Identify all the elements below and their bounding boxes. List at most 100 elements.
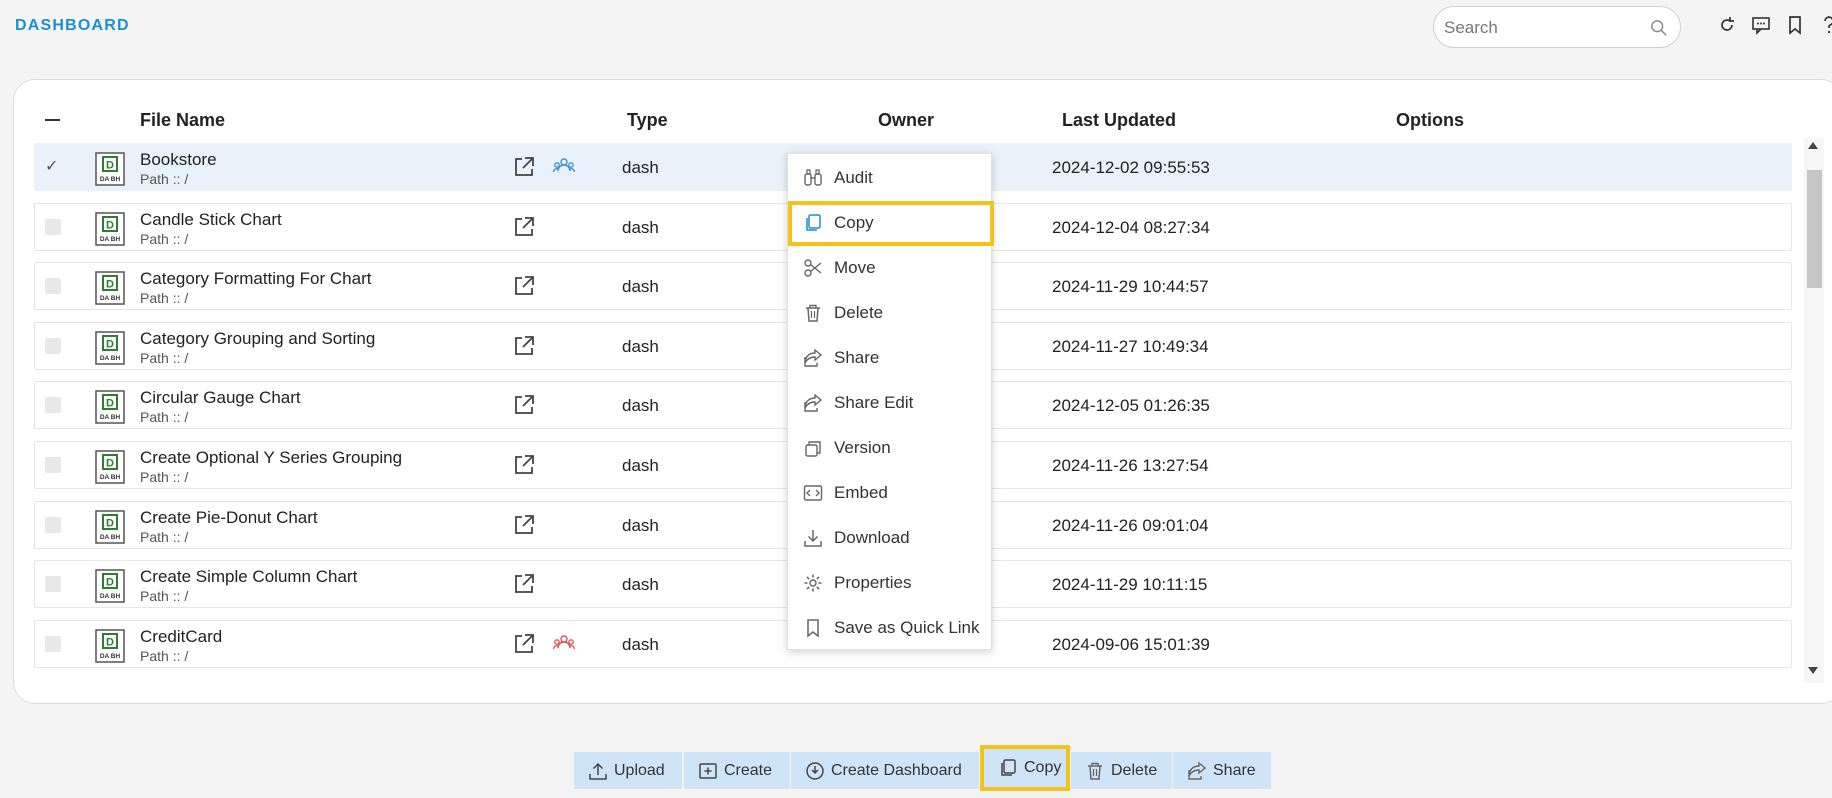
open-external-icon[interactable] — [513, 633, 535, 655]
open-external-icon[interactable] — [513, 216, 535, 238]
delete-button[interactable]: Delete — [1071, 752, 1172, 789]
search-icon[interactable] — [1650, 19, 1668, 37]
menu-item-share-edit[interactable]: Share Edit — [788, 381, 993, 426]
svg-text:D: D — [106, 636, 114, 648]
scissors-icon — [803, 258, 823, 278]
dashboard-file-icon: D DA BH — [95, 509, 125, 544]
help-icon[interactable] — [1818, 14, 1832, 36]
row-checkbox[interactable] — [45, 218, 61, 235]
file-type: dash — [622, 217, 659, 237]
menu-item-label: Move — [834, 258, 876, 277]
version-icon — [803, 438, 823, 458]
file-name[interactable]: Create Simple Column Chart — [140, 567, 357, 587]
menu-item-properties[interactable]: Properties — [788, 561, 993, 606]
menu-item-label: Save as Quick Link — [834, 618, 980, 637]
file-last-updated: 2024-11-26 13:27:54 — [1052, 456, 1209, 475]
create-dashboard-button[interactable]: Create Dashboard — [791, 752, 979, 789]
button-label: Delete — [1111, 761, 1158, 779]
menu-item-save-as-quick-link[interactable]: Save as Quick Link — [788, 606, 993, 651]
svg-text:D: D — [106, 338, 114, 350]
file-name[interactable]: Category Formatting For Chart — [140, 269, 371, 289]
file-type: dash — [622, 634, 659, 654]
column-header-last-updated[interactable]: Last Updated — [1062, 110, 1176, 131]
search-box[interactable] — [1433, 6, 1681, 48]
shared-users-icon[interactable] — [552, 157, 576, 177]
scrollbar-thumb[interactable] — [1807, 170, 1822, 288]
share-icon — [1187, 761, 1207, 781]
open-external-icon[interactable] — [513, 573, 535, 595]
refresh-icon[interactable] — [1716, 14, 1738, 36]
menu-item-share[interactable]: Share — [788, 336, 993, 381]
row-checkbox[interactable] — [45, 516, 61, 533]
file-name[interactable]: Category Grouping and Sorting — [140, 329, 375, 349]
menu-item-delete[interactable]: Delete — [788, 291, 993, 336]
file-name[interactable]: Create Pie-Donut Chart — [140, 508, 318, 528]
share-button[interactable]: Share — [1173, 752, 1271, 789]
file-path: Path :: / — [140, 528, 189, 545]
share-icon — [803, 348, 823, 368]
open-external-icon[interactable] — [513, 156, 535, 178]
file-last-updated: 2024-12-02 09:55:53 — [1052, 158, 1210, 177]
column-header-file-name[interactable]: File Name — [140, 110, 225, 131]
select-all-checkbox[interactable] — [45, 119, 60, 121]
column-header-owner[interactable]: Owner — [878, 110, 934, 131]
svg-text:D: D — [106, 398, 114, 410]
file-path: Path :: / — [140, 647, 189, 664]
scroll-up-arrow[interactable] — [1808, 142, 1818, 149]
file-name[interactable]: Circular Gauge Chart — [140, 388, 301, 408]
row-checkbox-checked[interactable]: ✓ — [45, 156, 58, 176]
open-external-icon[interactable] — [513, 454, 535, 476]
svg-text:DA BH: DA BH — [100, 295, 121, 302]
open-external-icon[interactable] — [513, 514, 535, 536]
embed-icon — [803, 483, 823, 503]
file-path: Path :: / — [140, 349, 189, 366]
file-path: Path :: / — [140, 409, 189, 426]
copy-button[interactable]: Copy — [980, 745, 1070, 791]
file-path: Path :: / — [140, 588, 189, 605]
search-input[interactable] — [1444, 15, 1644, 41]
file-name[interactable]: Candle Stick Chart — [140, 210, 282, 230]
comment-icon[interactable] — [1750, 14, 1772, 36]
open-external-icon[interactable] — [513, 394, 535, 416]
scroll-down-arrow[interactable] — [1808, 667, 1818, 674]
svg-text:DA BH: DA BH — [100, 534, 121, 541]
upload-icon — [588, 761, 608, 781]
dashboard-icon — [805, 761, 825, 781]
column-header-type[interactable]: Type — [627, 110, 668, 131]
open-external-icon[interactable] — [513, 335, 535, 357]
download-icon — [803, 528, 823, 548]
trash-icon — [803, 303, 823, 323]
dashboard-file-icon: D DA BH — [95, 271, 125, 305]
shared-users-icon[interactable] — [552, 634, 576, 654]
menu-item-download[interactable]: Download — [788, 516, 993, 561]
file-path: Path :: / — [140, 230, 189, 247]
bookmark-icon[interactable] — [1784, 14, 1806, 36]
file-type: dash — [622, 396, 659, 416]
file-name[interactable]: Create Optional Y Series Grouping — [140, 448, 402, 468]
row-checkbox[interactable] — [45, 397, 61, 414]
app-title: DASHBOARD — [15, 17, 130, 34]
file-path: Path :: / — [140, 290, 189, 307]
row-checkbox[interactable] — [45, 278, 61, 295]
row-checkbox[interactable] — [45, 635, 61, 652]
svg-text:D: D — [106, 458, 114, 470]
svg-text:D: D — [106, 517, 114, 529]
menu-item-label: Embed — [834, 483, 888, 502]
plus-box-icon — [698, 761, 718, 781]
row-checkbox[interactable] — [45, 337, 61, 354]
svg-text:DA BH: DA BH — [100, 474, 121, 481]
row-checkbox[interactable] — [45, 576, 61, 593]
file-name[interactable]: Bookstore — [140, 150, 217, 170]
upload-button[interactable]: Upload — [574, 752, 682, 789]
menu-item-audit[interactable]: Audit — [788, 156, 993, 201]
menu-item-version[interactable]: Version — [788, 426, 993, 471]
file-path: Path :: / — [140, 469, 189, 485]
row-checkbox[interactable] — [45, 457, 61, 473]
create-button[interactable]: Create — [684, 752, 790, 789]
menu-item-embed[interactable]: Embed — [788, 471, 993, 516]
menu-item-copy[interactable]: Copy — [788, 201, 994, 246]
open-external-icon[interactable] — [513, 275, 535, 297]
menu-item-move[interactable]: Move — [788, 246, 993, 291]
svg-text:DA BH: DA BH — [100, 593, 121, 600]
file-name[interactable]: CreditCard — [140, 627, 222, 647]
